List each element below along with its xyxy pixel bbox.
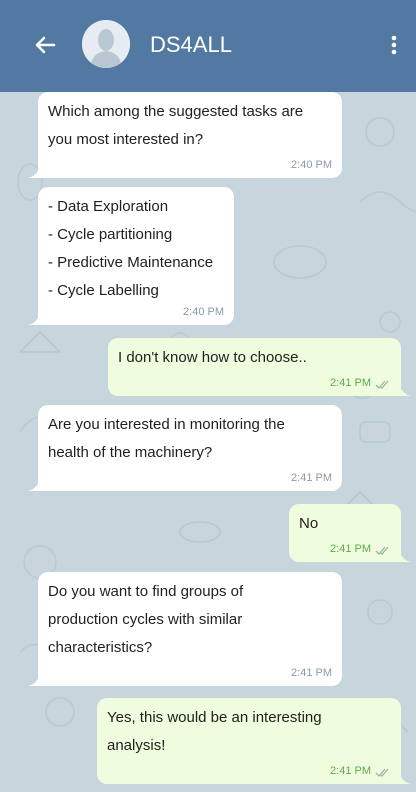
message-text-line: Do you want to find groups of	[48, 583, 244, 600]
message-text-line: - Cycle partitioning	[48, 226, 173, 243]
message-text-line: - Predictive Maintenance	[48, 254, 214, 271]
bubble-tail	[399, 548, 411, 562]
message-text-line: Are you interested in monitoring the	[48, 416, 285, 433]
outgoing-message[interactable]: Yes, this would be an interesting analysi…	[97, 698, 411, 784]
double-check-icon	[375, 380, 389, 389]
avatar[interactable]	[82, 20, 130, 68]
message-text-line: Yes, this would be an interesting	[107, 709, 322, 726]
message-timestamp: 2:41 PM	[330, 765, 371, 777]
incoming-message[interactable]: Do you want to find groups of production …	[28, 572, 342, 686]
bubble-tail	[399, 770, 411, 784]
message-text-line: analysis!	[107, 737, 166, 754]
message-text-line: health of the machinery?	[48, 444, 213, 461]
chat-area[interactable]: Which among the suggested tasks are you m…	[0, 92, 416, 792]
outgoing-message[interactable]: No 2:41 PM	[289, 504, 411, 562]
kebab-menu-icon[interactable]	[384, 30, 404, 60]
user-silhouette-icon	[82, 20, 130, 68]
outgoing-message[interactable]: I don't know how to choose.. 2:41 PM	[108, 338, 411, 396]
message-timestamp: 2:41 PM	[291, 472, 332, 484]
incoming-message[interactable]: - Data Exploration - Cycle partitioning - …	[28, 187, 234, 325]
bubble-tail	[28, 311, 40, 325]
incoming-message[interactable]: Are you interested in monitoring the heal…	[28, 405, 342, 491]
message-text-line: you most interested in?	[48, 131, 204, 148]
message-timestamp: 2:41 PM	[291, 667, 332, 679]
message-text-line: characteristics?	[48, 639, 153, 656]
double-check-icon	[375, 546, 389, 555]
message-text-line: production cycles with similar	[48, 611, 243, 628]
message-text-line: I don't know how to choose..	[118, 349, 307, 366]
message-text-line: Which among the suggested tasks are	[48, 103, 304, 120]
arrow-left-icon[interactable]	[30, 30, 60, 60]
incoming-message[interactable]: Which among the suggested tasks are you m…	[28, 92, 342, 178]
message-timestamp: 2:41 PM	[330, 543, 371, 555]
chat-header: DS4ALL	[0, 0, 416, 92]
bubble-tail	[28, 477, 40, 491]
bubble-tail	[28, 672, 40, 686]
message-text-line: - Data Exploration	[48, 198, 169, 215]
message-text-line: No	[299, 515, 319, 532]
bubble-tail	[28, 164, 40, 178]
double-check-icon	[375, 768, 389, 777]
message-timestamp: 2:41 PM	[330, 377, 371, 389]
message-text-line: - Cycle Labelling	[48, 282, 159, 299]
bubble-tail	[399, 382, 411, 396]
message-timestamp: 2:40 PM	[183, 306, 224, 318]
message-timestamp: 2:40 PM	[291, 159, 332, 171]
chat-title[interactable]: DS4ALL	[150, 32, 232, 58]
